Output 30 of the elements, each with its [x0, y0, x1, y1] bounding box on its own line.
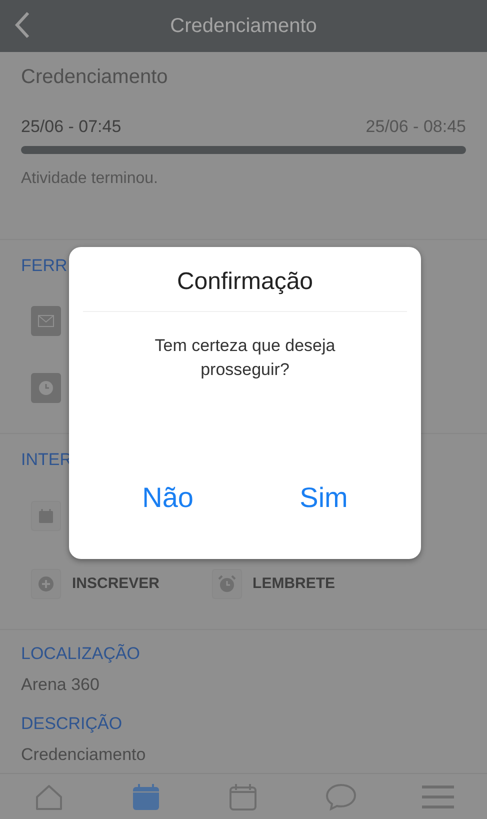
clock-icon [38, 380, 54, 396]
section-heading: LOCALIZAÇÃO [21, 645, 142, 662]
section-text: Arena 360 [21, 674, 100, 696]
end-time: 25/06 - 08:45 [366, 117, 466, 137]
chat-bubble-icon [324, 782, 357, 810]
plus-icon [38, 576, 54, 592]
back-chevron-icon [14, 11, 30, 39]
alarm-clock-icon [218, 575, 236, 593]
action-icon-tile[interactable] [31, 501, 61, 531]
activity-title: Credenciamento [21, 65, 169, 89]
menu-icon [422, 784, 454, 808]
dialog-button[interactable]: Sim [284, 477, 364, 519]
header-title: Credenciamento [169, 14, 318, 39]
tool-icon-tile[interactable] [31, 306, 61, 336]
section-text: Credenciamento [21, 744, 147, 766]
section-heading: FERR [21, 257, 68, 274]
envelope-icon [38, 315, 54, 327]
section-heading: DESCRIÇÃO [21, 715, 124, 732]
calendar-icon [229, 782, 258, 810]
action-button[interactable]: LEMBRETE [212, 569, 336, 599]
dialog-message: Tem certeza que deseja prosseguir? [154, 335, 336, 381]
calendar-icon [38, 508, 54, 524]
dialog-button[interactable]: Não [126, 477, 210, 519]
start-time: 25/06 - 07:45 [21, 117, 122, 137]
status-text: Atividade terminou. [21, 169, 159, 189]
action-button[interactable]: INSCREVER [31, 569, 160, 599]
calendar-icon [132, 782, 160, 810]
dialog-title: Confirmação [176, 267, 314, 297]
tool-icon-tile[interactable] [31, 373, 61, 403]
home-icon [34, 784, 63, 810]
